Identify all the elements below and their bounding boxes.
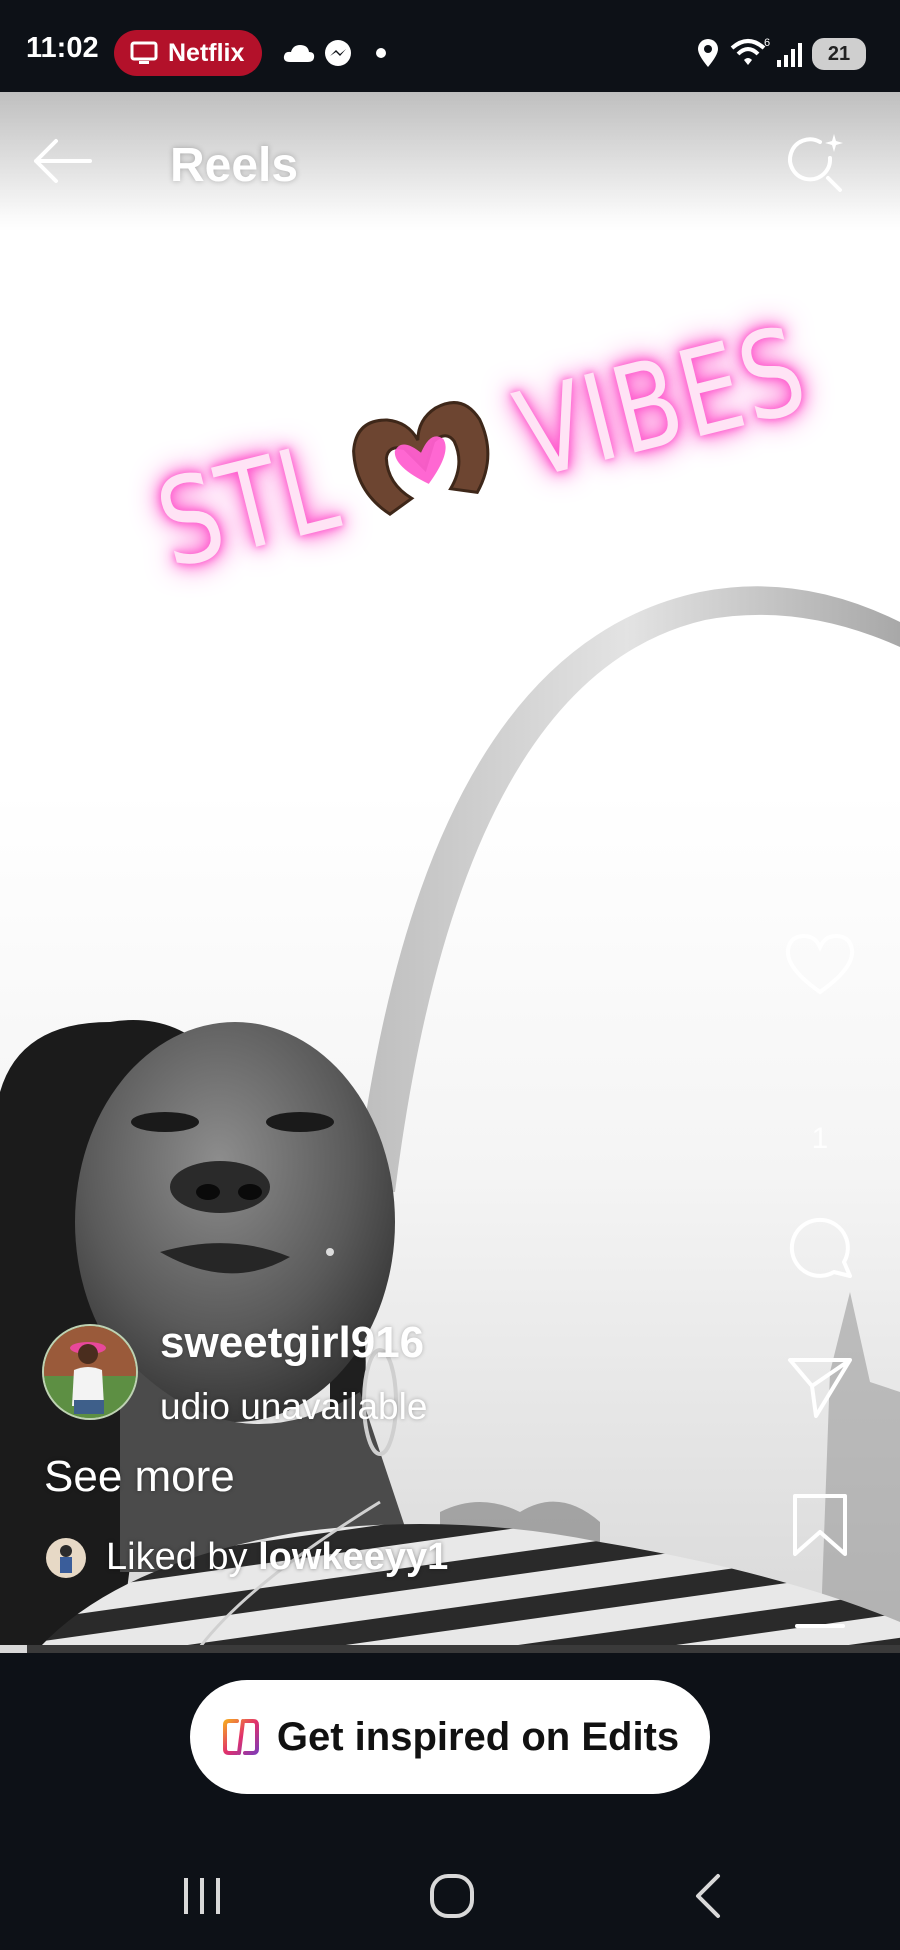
edits-button[interactable]: Get inspired on Edits [190, 1680, 710, 1794]
comment-icon [789, 1217, 852, 1278]
heart-hands-icon [352, 401, 490, 516]
like-count: 1 [811, 1122, 829, 1155]
audio-label[interactable]: udio unavailable [160, 1386, 427, 1428]
heart-icon [785, 933, 855, 995]
header-shade [0, 92, 900, 232]
comment-button[interactable] [780, 1212, 860, 1280]
svg-text:6: 6 [764, 37, 770, 49]
recents-button[interactable] [162, 1868, 242, 1924]
battery-icon: 21 [812, 38, 866, 70]
netflix-activity-pill[interactable]: Netflix [114, 30, 263, 76]
send-icon [788, 1358, 852, 1418]
back-icon [696, 1874, 720, 1918]
liked-by-avatar [46, 1538, 86, 1578]
system-nav-bar [0, 1840, 900, 1950]
home-icon [430, 1874, 474, 1918]
edits-logo-icon [222, 1719, 259, 1755]
messenger-icon [325, 40, 351, 66]
menu-icon [795, 1624, 845, 1647]
wifi-icon: 6 [730, 37, 770, 65]
avatar[interactable] [42, 1324, 138, 1420]
back-button[interactable] [30, 136, 94, 186]
dot-icon [376, 48, 386, 58]
tv-icon [130, 41, 158, 64]
liked-by-prefix: Liked by [106, 1536, 259, 1578]
video-progress-bar[interactable] [0, 1645, 900, 1653]
liked-avatar-photo [60, 1545, 72, 1573]
avatar-photo [44, 1326, 136, 1418]
status-bar: 11:02 Netflix 6 21 [0, 0, 900, 92]
status-time: 11:02 [26, 32, 99, 64]
share-button[interactable] [780, 1354, 860, 1420]
edits-button-label: Get inspired on Edits [276, 1714, 680, 1759]
reel-video[interactable]: STL VIBES Reels 1 sweetgirl916 udio unav… [0, 92, 900, 1647]
recents-icon [184, 1878, 220, 1914]
camera-button[interactable] [784, 132, 846, 194]
signal-icon [777, 43, 802, 67]
more-button[interactable] [780, 1622, 860, 1647]
page-title: Reels [170, 139, 299, 192]
liked-by-user: lowkeeyy1 [258, 1536, 449, 1578]
liked-by-text[interactable]: Liked by lowkeeyy1 [106, 1536, 448, 1579]
username-link[interactable]: sweetgirl916 [160, 1318, 424, 1368]
home-button[interactable] [412, 1868, 492, 1924]
arrow-left-icon [34, 139, 92, 183]
netflix-label: Netflix [168, 38, 245, 67]
like-button[interactable] [780, 932, 860, 996]
video-progress-fill [0, 1645, 27, 1653]
overlay-text-stl: STL [144, 416, 353, 596]
save-button[interactable] [780, 1492, 860, 1558]
camera-sparkle-icon [788, 134, 843, 192]
cloud-icon [283, 45, 315, 62]
location-icon [698, 39, 718, 67]
see-more-link[interactable]: See more [44, 1452, 235, 1502]
nav-back-button[interactable] [668, 1868, 748, 1924]
bookmark-icon [793, 1494, 847, 1556]
